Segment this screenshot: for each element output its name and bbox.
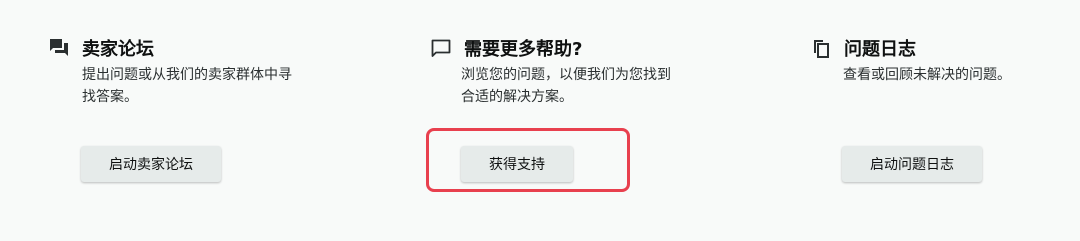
issue-log-description: 查看或回顾未解决的问题。 (843, 67, 1011, 83)
need-help-title: 需要更多帮助? (464, 39, 583, 60)
need-help-heading: 需要更多帮助? (430, 36, 582, 60)
seller-forum-section: 卖家论坛 提出问题或从我们的卖家群体中寻找答案。 启动卖家论坛 (48, 0, 348, 241)
seller-forum-description: 提出问题或从我们的卖家群体中寻找答案。 (82, 67, 292, 105)
launch-seller-forum-button[interactable]: 启动卖家论坛 (81, 146, 221, 182)
launch-issue-log-button[interactable]: 启动问题日志 (842, 146, 982, 182)
copy-pages-icon (810, 37, 832, 59)
forum-chat-icon (48, 37, 70, 59)
issue-log-section: 问题日志 查看或回顾未解决的问题。 启动问题日志 (810, 0, 1060, 241)
need-help-description: 浏览您的问题，以便我们为您找到合适的解决方案。 (461, 67, 671, 105)
speech-bubble-icon (430, 37, 452, 59)
highlight-annotation (426, 128, 630, 192)
seller-forum-heading: 卖家论坛 (48, 36, 154, 60)
seller-forum-title: 卖家论坛 (82, 39, 154, 60)
issue-log-title: 问题日志 (844, 39, 916, 60)
issue-log-heading: 问题日志 (810, 36, 916, 60)
need-help-section: 需要更多帮助? 浏览您的问题，以便我们为您找到合适的解决方案。 获得支持 (430, 0, 730, 241)
